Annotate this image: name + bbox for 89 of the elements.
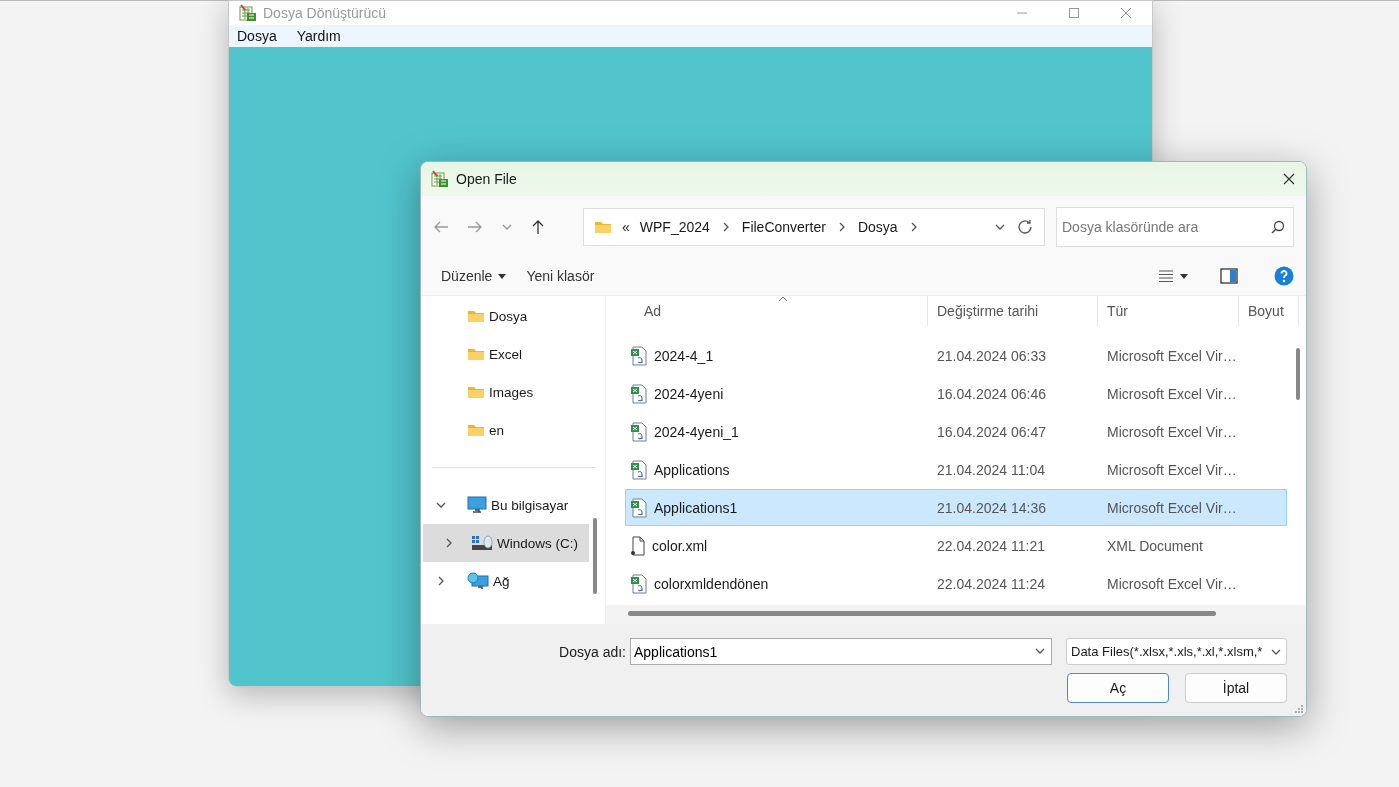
sidebar-item[interactable]: Bu bilgisayar	[423, 486, 589, 524]
sidebar-item[interactable]: Windows (C:)	[423, 524, 589, 562]
view-list-icon[interactable]	[1158, 269, 1174, 283]
drive-icon	[471, 535, 493, 551]
file-row[interactable]: 2024-4_1 21.04.2024 06:33 Microsoft Excel Vir…	[625, 337, 1287, 374]
preview-pane-icon[interactable]	[1220, 268, 1238, 284]
maximize-icon[interactable]	[1068, 7, 1080, 19]
type-cell-text: Microsoft Excel Vir…	[1106, 575, 1238, 592]
folder-icon	[594, 219, 612, 234]
cancel-button[interactable]: İptal	[1185, 673, 1287, 703]
file-row[interactable]: color.xml 22.04.2024 11:21 XML Document	[625, 527, 1287, 564]
column-header[interactable]: Ad	[606, 296, 928, 326]
file-row[interactable]: Applications1 21.04.2024 14:36 Microsoft Excel Vir…	[625, 489, 1287, 526]
file-name: 2024-4yeni	[654, 385, 724, 402]
app-icon	[239, 4, 257, 22]
file-name: colorxmldendönen	[654, 575, 769, 592]
folder-icon	[467, 385, 485, 399]
type-cell-text: Microsoft Excel Vir…	[1106, 423, 1238, 440]
file-name: color.xml	[652, 537, 708, 554]
caret-icon[interactable]	[1180, 273, 1188, 279]
folder-icon	[467, 347, 485, 361]
date-cell-text: 16.04.2024 06:46	[936, 385, 1047, 402]
resize-grip-icon	[1294, 704, 1304, 714]
file-name-field[interactable]: Applications1	[630, 638, 1052, 665]
scrollbar[interactable]	[1296, 348, 1300, 400]
spreadsheet-file-icon	[630, 383, 648, 404]
date-cell-text: 21.04.2024 06:33	[936, 347, 1047, 364]
address-bar[interactable]: « WPF_2024 FileConverter Dosya	[583, 207, 1045, 246]
close-icon[interactable]	[1282, 172, 1296, 186]
forward-arrow-icon[interactable]	[467, 219, 483, 234]
sidebar-item[interactable]: en	[423, 411, 589, 449]
overflow-chevron[interactable]: «	[622, 218, 630, 235]
folder-icon	[467, 423, 485, 437]
column-header[interactable]: Değiştirme tarihi	[928, 296, 1098, 326]
file-name: 2024-4yeni_1	[654, 423, 739, 440]
type-cell-text: Microsoft Excel Vir…	[1106, 347, 1238, 364]
scrollbar[interactable]	[628, 611, 1216, 616]
menu-button[interactable]: Düzenle	[441, 264, 521, 288]
toolbar-button[interactable]: Yeni klasör	[526, 264, 609, 288]
network-icon	[467, 572, 489, 590]
dialog-title: Open File	[456, 171, 518, 187]
date-cell-text: 22.04.2024 11:21	[936, 537, 1046, 554]
date-cell-text: 16.04.2024 06:47	[936, 423, 1047, 440]
menu-item[interactable]: Dosya	[237, 28, 277, 44]
column-header[interactable]: Boyut	[1239, 296, 1299, 326]
field-label: Dosya adı:	[559, 643, 626, 660]
sidebar-item[interactable]: Images	[423, 373, 589, 411]
spreadsheet-file-icon	[630, 497, 648, 518]
menu-item[interactable]: Yardım	[296, 28, 341, 44]
breadcrumb-item[interactable]: Dosya	[857, 218, 898, 235]
document-file-icon	[630, 535, 646, 556]
spreadsheet-file-icon	[630, 421, 648, 442]
spreadsheet-file-icon	[630, 345, 648, 366]
type-cell-text: Microsoft Excel Vir…	[1106, 385, 1238, 402]
folder-icon	[467, 309, 485, 323]
file-row[interactable]: 2024-4yeni_1 16.04.2024 06:47 Microsoft Excel Vir…	[625, 413, 1287, 450]
type-cell-text: XML Document	[1106, 537, 1204, 554]
spreadsheet-file-icon	[630, 459, 648, 480]
open-button[interactable]: Aç	[1067, 673, 1169, 703]
breadcrumb-item[interactable]: WPF_2024	[639, 218, 710, 235]
date-cell-text: 21.04.2024 14:36	[936, 499, 1047, 516]
app-icon	[431, 170, 449, 188]
type-cell-text: Microsoft Excel Vir…	[1106, 461, 1238, 478]
caret-icon	[498, 273, 507, 279]
spreadsheet-file-icon	[630, 573, 648, 594]
file-name: Applications1	[654, 499, 738, 516]
sidebar-item[interactable]: Ağ	[423, 562, 589, 600]
help-icon[interactable]	[1274, 266, 1294, 286]
file-row[interactable]: 2024-4yeni 16.04.2024 06:46 Microsoft Excel Vir…	[625, 375, 1287, 412]
date-cell-text: 21.04.2024 11:04	[936, 461, 1046, 478]
file-name: Applications	[654, 461, 730, 478]
column-header[interactable]: Tür	[1098, 296, 1239, 326]
file-type-dropdown[interactable]: Data Files(*.xlsx,*.xls,*.xl,*.xlsm,*	[1066, 638, 1287, 665]
back-arrow-icon[interactable]	[433, 219, 449, 234]
search-icon[interactable]	[1270, 218, 1286, 235]
search-field[interactable]: Dosya klasöründe ara	[1056, 206, 1294, 247]
up-arrow-icon[interactable]	[531, 218, 545, 235]
file-row[interactable]: Applications 21.04.2024 11:04 Microsoft Excel Vir…	[625, 451, 1287, 488]
computer-icon	[467, 496, 487, 514]
file-name: 2024-4_1	[654, 347, 714, 364]
scrollbar[interactable]	[593, 518, 597, 594]
sidebar-item[interactable]: Excel	[423, 335, 589, 373]
file-row[interactable]: colorxmldendönen 22.04.2024 11:24 Microsoft Excel Vir…	[625, 565, 1287, 602]
window-title: Dosya Dönüştürücü	[263, 5, 387, 21]
date-cell-text: 22.04.2024 11:24	[936, 575, 1046, 592]
type-cell-text: Microsoft Excel Vir…	[1106, 499, 1238, 516]
breadcrumb-item[interactable]: FileConverter	[741, 218, 826, 235]
sidebar-item[interactable]: Dosya	[423, 297, 589, 335]
refresh-icon[interactable]	[1016, 217, 1034, 236]
